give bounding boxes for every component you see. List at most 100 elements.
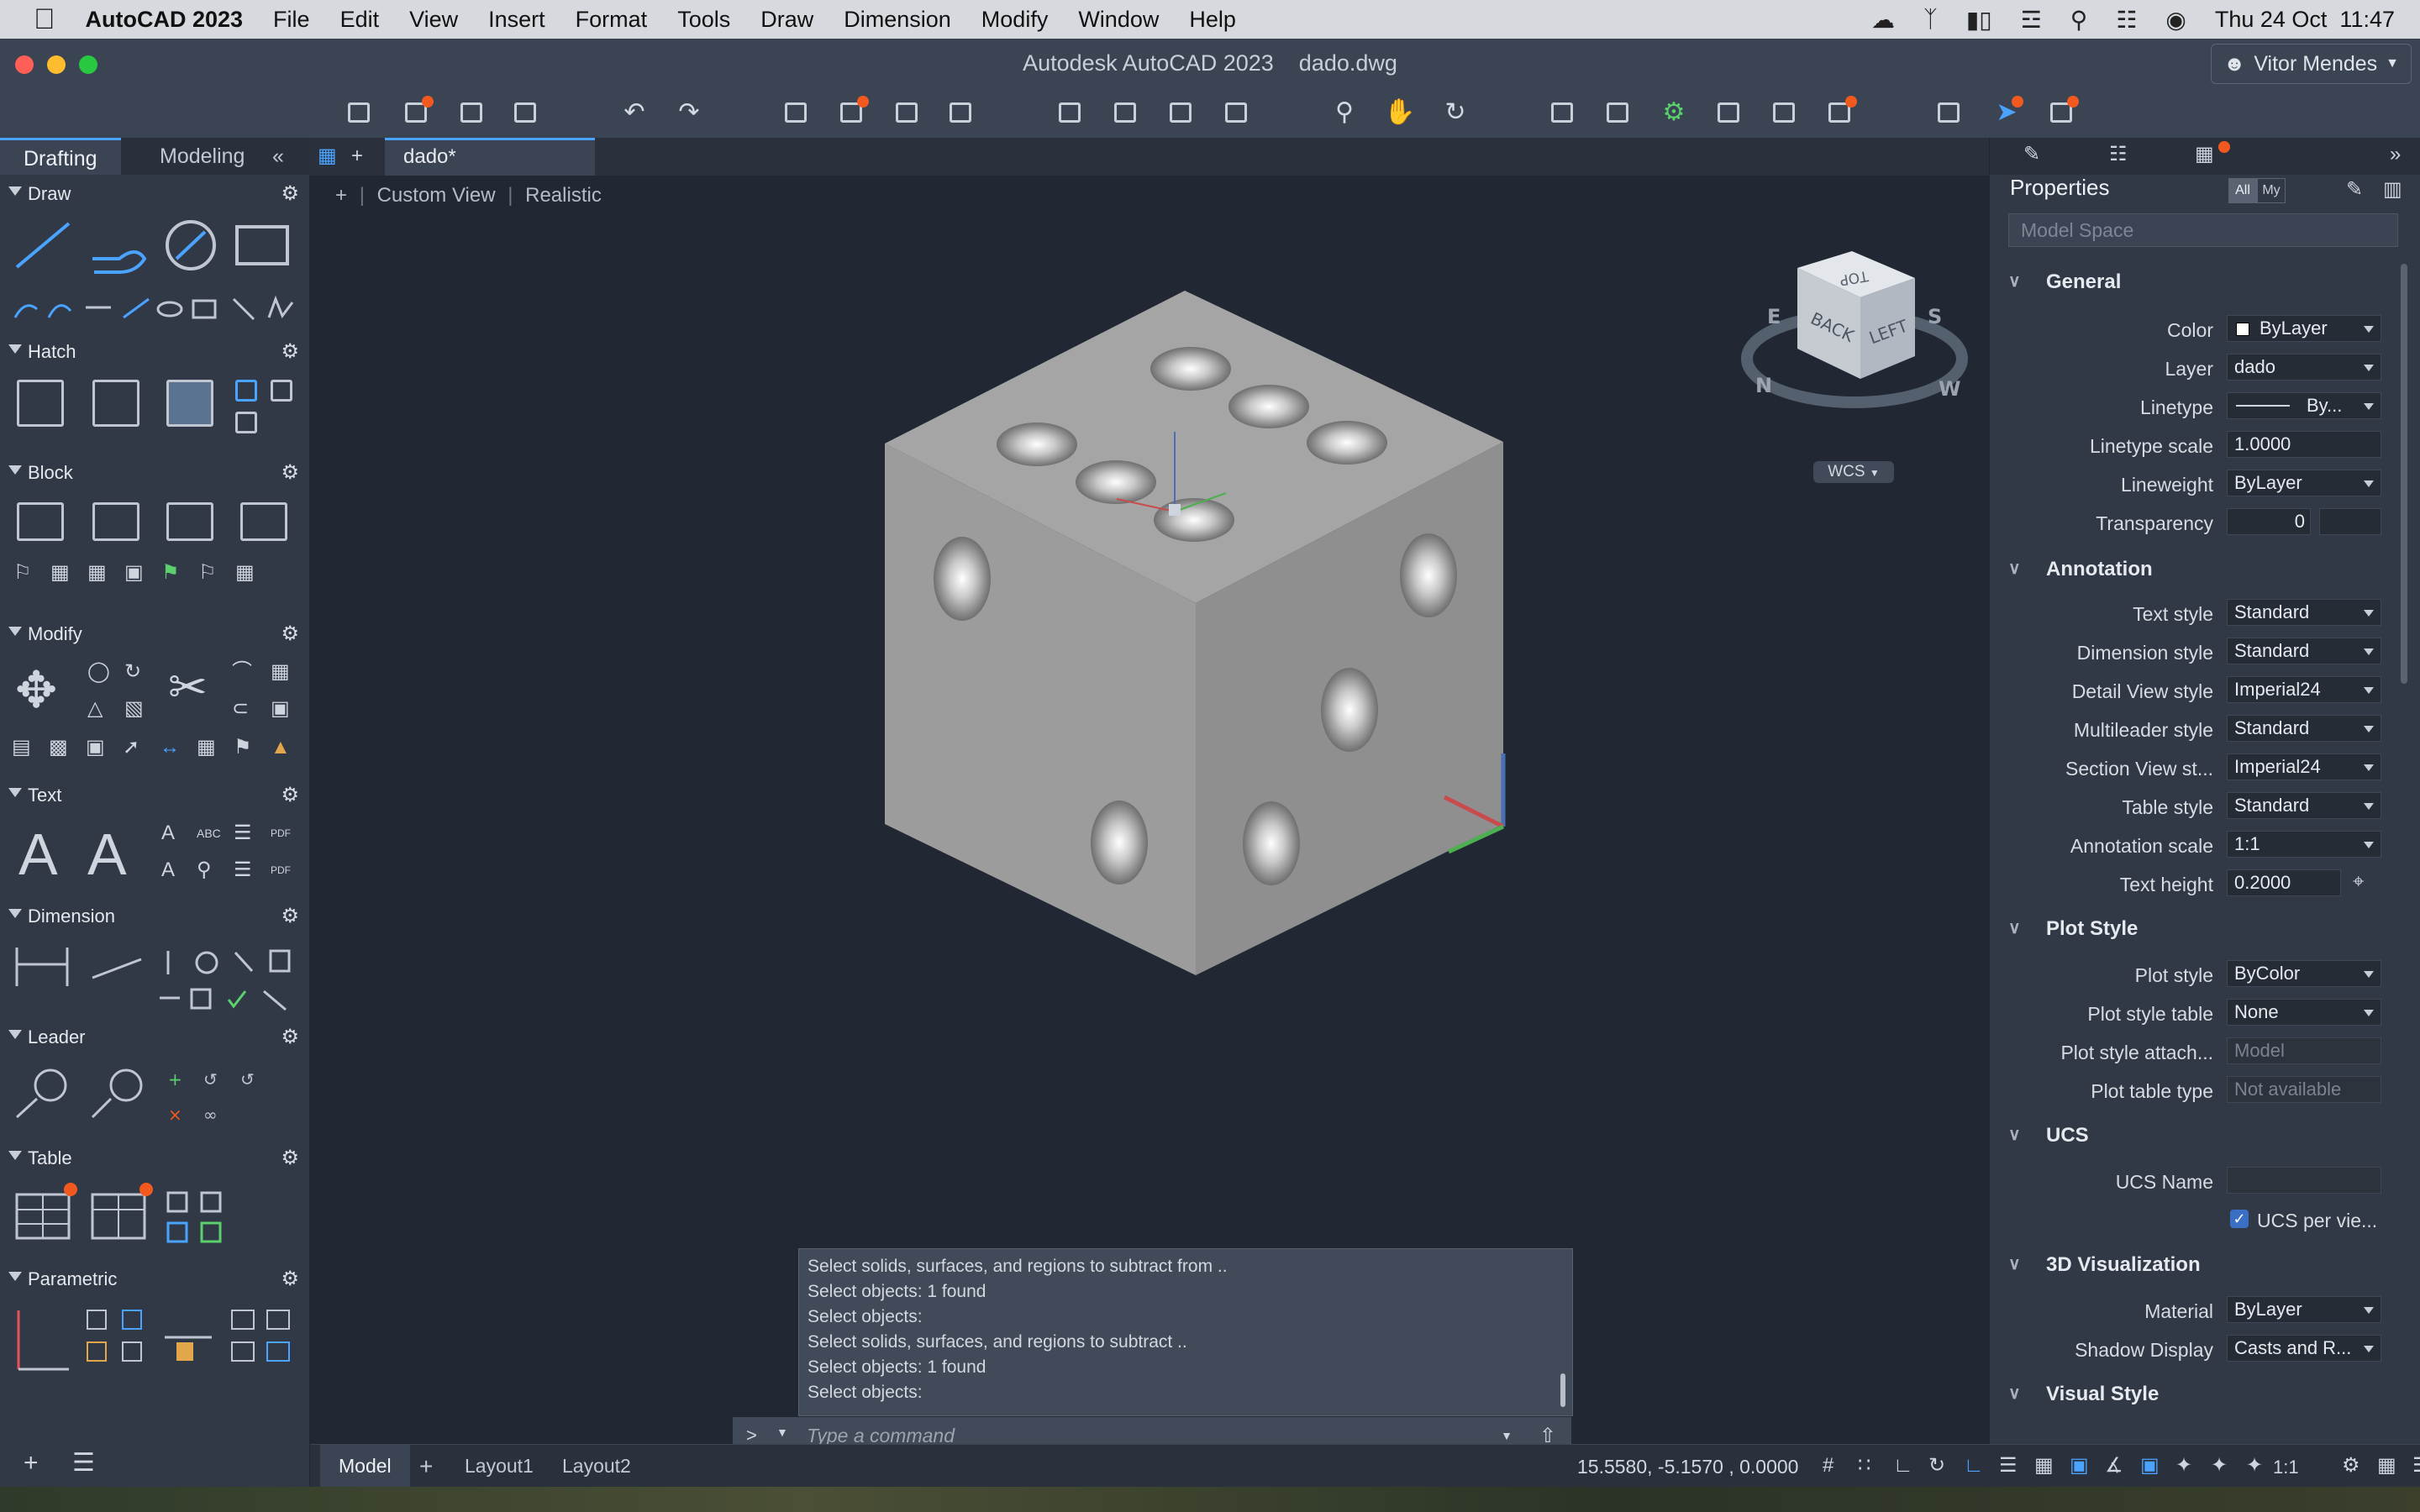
snap-icon[interactable]: ∷ [1858,1456,1880,1478]
isolate-objects-icon[interactable]: ▦ [2377,1456,2399,1478]
selection-cycling-icon[interactable]: ▣ [2070,1456,2091,1478]
explode-icon[interactable]: ▤ [12,738,31,758]
design-center-button[interactable]: ⚙ [1657,96,1691,129]
gear-icon[interactable]: ⚙ [281,1025,299,1049]
shadow-display-dropdown[interactable]: Casts and R... [2227,1335,2381,1362]
dynamic-ucs-icon[interactable]: ▣ [2140,1456,2162,1478]
text-align-icon[interactable]: ☰ [234,823,252,843]
revcloud-tool-icon[interactable] [267,295,294,319]
selection-dropdown[interactable]: Model Space [2008,213,2398,247]
offset-icon[interactable]: ⊂ [232,699,249,719]
3d-box-icon[interactable]: ▣ [271,699,290,719]
insert-block-icon[interactable] [92,502,139,541]
dimension-style-icon[interactable] [269,949,291,973]
radial-constraint-icon[interactable] [266,1341,290,1362]
section-header[interactable]: Parametric ⚙ [0,1267,309,1292]
fillet-icon[interactable]: ⌒ [232,662,252,682]
ray-tool-icon[interactable] [232,297,255,321]
tool-palettes-button[interactable] [1712,96,1746,129]
command-input[interactable]: Type a command [807,1425,955,1444]
gizmo-center[interactable] [1169,504,1181,516]
gear-icon[interactable]: ⚙ [281,783,299,807]
data-link-icon[interactable] [166,1191,188,1213]
gear-icon[interactable]: ⚙ [281,622,299,646]
section-header[interactable]: Block ⚙ [0,460,309,486]
orbit-button[interactable]: ↻ [1439,96,1472,129]
palette-menu-icon[interactable]: ☰ [72,1448,95,1478]
attribute-icon[interactable]: ▦ [50,563,70,583]
find-text-icon[interactable]: ⚲ [197,860,212,880]
gear-icon[interactable]: ⚙ [281,1267,299,1291]
plot-button[interactable] [780,96,813,129]
menu-help[interactable]: Help [1189,7,1236,33]
linetype-dropdown[interactable]: By... [2227,392,2381,419]
table-style-dropdown[interactable]: Standard [2227,792,2381,819]
section-header[interactable]: Dimension ⚙ [0,904,309,929]
batch-plot-button[interactable] [835,96,869,129]
pick-point-icon[interactable]: ⌖ [2353,872,2365,892]
send-button[interactable]: ➤ [1990,96,2023,129]
user-account-button[interactable]: ☻ Vitor Mendes ▼ [2211,44,2412,84]
hatch-tool-icon[interactable] [17,380,64,427]
siri-icon[interactable]: ◉ [2165,6,2186,34]
customization-icon[interactable]: ☰ [2412,1456,2420,1478]
array-icon[interactable]: ▦ [271,662,290,682]
pan-button[interactable]: ✋ [1383,96,1417,129]
category-ucs[interactable]: ∨ UCS [1990,1119,2402,1152]
new-drawing-button[interactable] [343,96,376,129]
gear-icon[interactable]: ⚙ [281,339,299,364]
erase-icon[interactable]: ▩ [49,738,68,758]
markup-button[interactable] [1823,96,1857,129]
text-edit-icon[interactable]: A [161,860,175,880]
bluetooth-icon[interactable]: ᛉ [1923,6,1938,33]
properties-tool-button[interactable] [1546,96,1580,129]
wcs-menu-button[interactable]: WCS ▼ [1813,461,1894,483]
menu-app-name[interactable]: AutoCAD 2023 [86,7,244,33]
gear-icon[interactable]: ⚙ [281,460,299,485]
transparency-menu-icon[interactable] [2319,508,2381,535]
multiline-text-icon[interactable]: A [18,825,58,884]
object-snap-tracking-icon[interactable]: ∟ [1964,1456,1986,1478]
fill-tool-icon[interactable] [166,380,213,427]
section-header[interactable]: Leader ⚙ [0,1025,309,1050]
detail-view-style-dropdown[interactable]: Imperial24 [2227,676,2381,703]
category-annotation[interactable]: ∨ Annotation [1990,553,2402,586]
drawing-viewport[interactable]: + | Custom View | Realistic TOP BACK LEF… [310,176,1989,1444]
blocks-tab-icon[interactable]: ▦ [2195,144,2214,165]
chevron-down-icon[interactable]: ▼ [776,1425,788,1439]
menu-window[interactable]: Window [1078,7,1159,33]
gear-icon[interactable]: ⚙ [281,1146,299,1170]
stretch-icon[interactable]: ▧ [124,699,144,719]
properties-tab-icon[interactable]: ✎ [2023,144,2040,165]
menu-modify[interactable]: Modify [981,7,1049,33]
selection-filter-icon[interactable]: ✦ [2175,1456,2197,1478]
collapse-palette-icon[interactable]: « [267,138,289,175]
dimension-style-dropdown[interactable]: Standard [2227,638,2381,664]
polyline-tool-icon[interactable] [92,250,147,274]
gradient-tool-icon[interactable] [92,380,139,427]
pickadd-icon[interactable]: ▥ [2383,180,2402,200]
tab-dado[interactable]: dado* [385,138,595,176]
arc-tool-icon[interactable] [13,304,38,318]
tab-layout2[interactable]: Layout2 [544,1445,650,1488]
lineweight-dropdown[interactable]: ByLayer [2227,470,2381,496]
add-palette-icon[interactable]: + [24,1448,39,1478]
menu-insert[interactable]: Insert [488,7,545,33]
attribute-manager-icon[interactable]: ⚐ [198,563,217,583]
mirror-icon[interactable]: △ [87,699,103,719]
region-tool-icon[interactable] [271,380,292,402]
remove-leader-icon[interactable]: × [168,1105,182,1125]
upload-data-icon[interactable] [200,1221,222,1243]
properties-scrollbar[interactable] [2401,264,2407,684]
break-icon[interactable]: ▦ [197,738,216,758]
ortho-icon[interactable]: ∟ [1893,1456,1915,1478]
aligned-constraint-icon[interactable] [231,1341,255,1362]
auto-scale-icon[interactable]: ✦ [2246,1456,2268,1478]
tab-modeling[interactable]: Modeling [136,138,268,175]
wipeout-tool-icon[interactable] [235,412,257,433]
spell-check-icon[interactable]: ABC [197,823,221,843]
gear-icon[interactable]: ⚙ [281,904,299,928]
construction-line-icon[interactable] [123,297,150,319]
auto-constrain-icon[interactable] [87,1310,107,1330]
multileader-style-dropdown[interactable]: Standard [2227,715,2381,742]
